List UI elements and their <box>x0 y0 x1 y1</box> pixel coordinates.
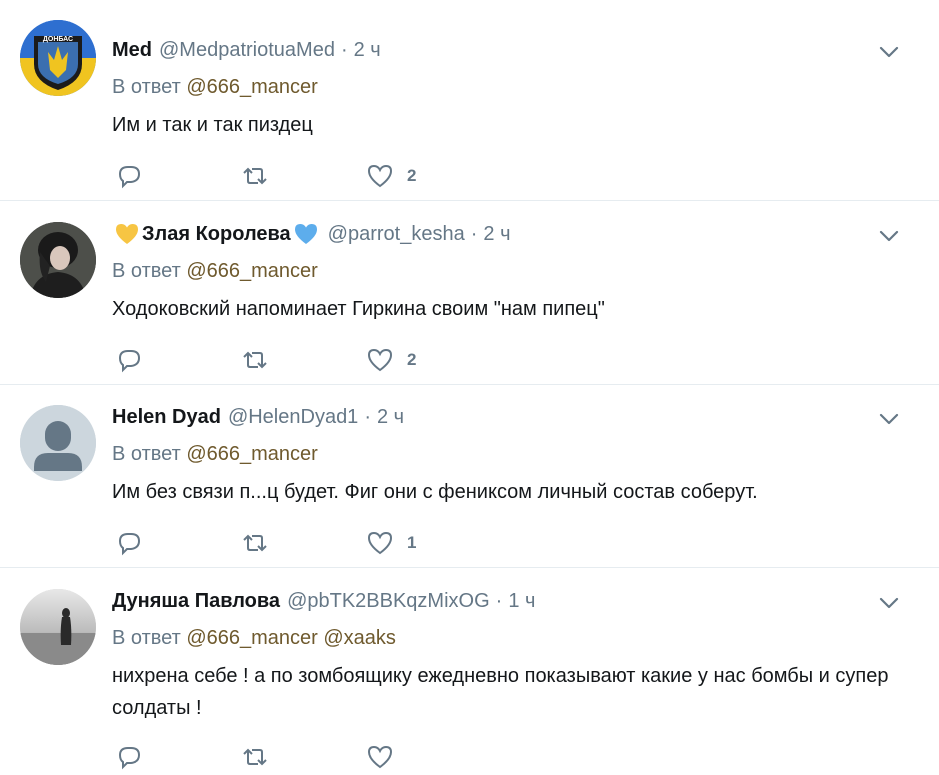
retweet-icon <box>243 351 267 369</box>
reply-icon <box>118 166 141 189</box>
timestamp[interactable]: 1 ч <box>508 590 535 613</box>
retweet-button[interactable] <box>240 742 270 772</box>
reply-button[interactable] <box>114 742 144 772</box>
heart-icon <box>367 164 393 188</box>
user-handle[interactable]: @parrot_kesha <box>328 223 465 246</box>
like-button[interactable] <box>365 742 407 772</box>
svg-text:ДОНБАС: ДОНБАС <box>43 36 73 43</box>
like-button[interactable]: 2 <box>365 161 416 191</box>
tweet[interactable]: ДОНБАС Med @MedpatriotuaMed · 2 ч В отве… <box>0 0 939 201</box>
avatar[interactable] <box>20 589 96 665</box>
retweet-icon <box>243 748 267 766</box>
reply-prefix: В ответ <box>112 76 181 98</box>
avatar[interactable]: ДОНБАС <box>20 20 96 96</box>
tweet-text: Им без связи п...ц будет. Фиг они с фени… <box>112 481 758 503</box>
reply-icon <box>118 350 141 373</box>
display-name[interactable]: Helen Dyad <box>112 406 221 429</box>
user-photo-icon <box>20 222 96 298</box>
retweet-button[interactable] <box>240 161 270 191</box>
display-name[interactable]: Злая Королева <box>142 223 291 246</box>
heart-icon <box>367 531 393 555</box>
retweet-icon <box>243 534 267 552</box>
like-button[interactable]: 2 <box>365 345 416 375</box>
timestamp[interactable]: 2 ч <box>354 39 381 62</box>
avatar[interactable] <box>20 405 96 481</box>
action-bar: 2 <box>112 345 512 375</box>
blue-heart-icon <box>294 224 317 244</box>
reply-context: В ответ @666_mancer <box>112 76 318 99</box>
like-button[interactable]: 1 <box>365 528 416 558</box>
tweet[interactable]: Helen Dyad @HelenDyad1 · 2 ч В ответ @66… <box>0 385 939 568</box>
display-name[interactable]: Дуняша Павлова <box>112 590 280 613</box>
reply-feed: ДОНБАС Med @MedpatriotuaMed · 2 ч В отве… <box>0 0 939 775</box>
reply-button[interactable] <box>114 345 144 375</box>
default-avatar-icon <box>20 405 96 481</box>
timestamp[interactable]: 2 ч <box>377 406 404 429</box>
yellow-heart-icon <box>116 224 138 244</box>
tweet-text: Ходоковский напоминает Гиркина своим "на… <box>112 298 605 320</box>
reply-context: В ответ @666_mancer @xaaks <box>112 627 396 650</box>
chevron-down-icon[interactable] <box>877 407 901 431</box>
tweet-text: нихрена себе ! а по зомбоящику ежедневно… <box>112 665 889 719</box>
reply-context: В ответ @666_mancer <box>112 443 318 466</box>
reply-icon <box>118 533 141 556</box>
chevron-down-icon[interactable] <box>877 224 901 248</box>
like-count: 2 <box>407 166 417 185</box>
mention-link[interactable]: @666_mancer <box>186 443 317 465</box>
tweet[interactable]: Злая Королева @parrot_kesha · 2 ч В отве… <box>0 201 939 385</box>
reply-button[interactable] <box>114 161 144 191</box>
separator-dot: · <box>495 589 503 612</box>
tweet[interactable]: Дуняша Павлова @pbTK2BBKqzMixOG · 1 ч В … <box>0 568 939 775</box>
reply-context: В ответ @666_mancer <box>112 260 318 283</box>
chevron-down-icon[interactable] <box>877 40 901 64</box>
donbas-emblem-icon: ДОНБАС <box>20 20 96 96</box>
separator-dot: · <box>470 222 478 245</box>
avatar[interactable] <box>20 222 96 298</box>
reply-prefix: В ответ <box>112 260 181 282</box>
action-bar: 2 <box>112 161 512 191</box>
mention-link[interactable]: @666_mancer <box>186 260 317 282</box>
action-bar <box>112 742 512 772</box>
retweet-button[interactable] <box>240 528 270 558</box>
separator-dot: · <box>364 405 371 428</box>
timestamp[interactable]: 2 ч <box>483 223 510 246</box>
display-name[interactable]: Med <box>112 39 152 62</box>
like-count: 1 <box>407 533 417 552</box>
mention-link[interactable]: @666_mancer <box>186 76 317 98</box>
user-photo-icon <box>20 589 96 665</box>
reply-icon <box>118 747 141 770</box>
user-handle[interactable]: @pbTK2BBKqzMixOG <box>287 590 490 613</box>
separator-dot: · <box>340 38 348 61</box>
mention-link[interactable]: @666_mancer @xaaks <box>186 627 396 649</box>
tweet-text: Им и так и так пиздец <box>112 114 313 136</box>
user-handle[interactable]: @MedpatriotuaMed <box>159 39 335 62</box>
action-bar: 1 <box>112 528 512 558</box>
like-count: 2 <box>407 350 417 369</box>
reply-button[interactable] <box>114 528 144 558</box>
chevron-down-icon[interactable] <box>877 591 901 615</box>
heart-icon <box>367 348 393 372</box>
retweet-icon <box>243 167 267 185</box>
retweet-button[interactable] <box>240 345 270 375</box>
reply-prefix: В ответ <box>112 627 181 649</box>
heart-icon <box>367 745 393 769</box>
reply-prefix: В ответ <box>112 443 181 465</box>
user-handle[interactable]: @HelenDyad1 <box>228 406 358 429</box>
